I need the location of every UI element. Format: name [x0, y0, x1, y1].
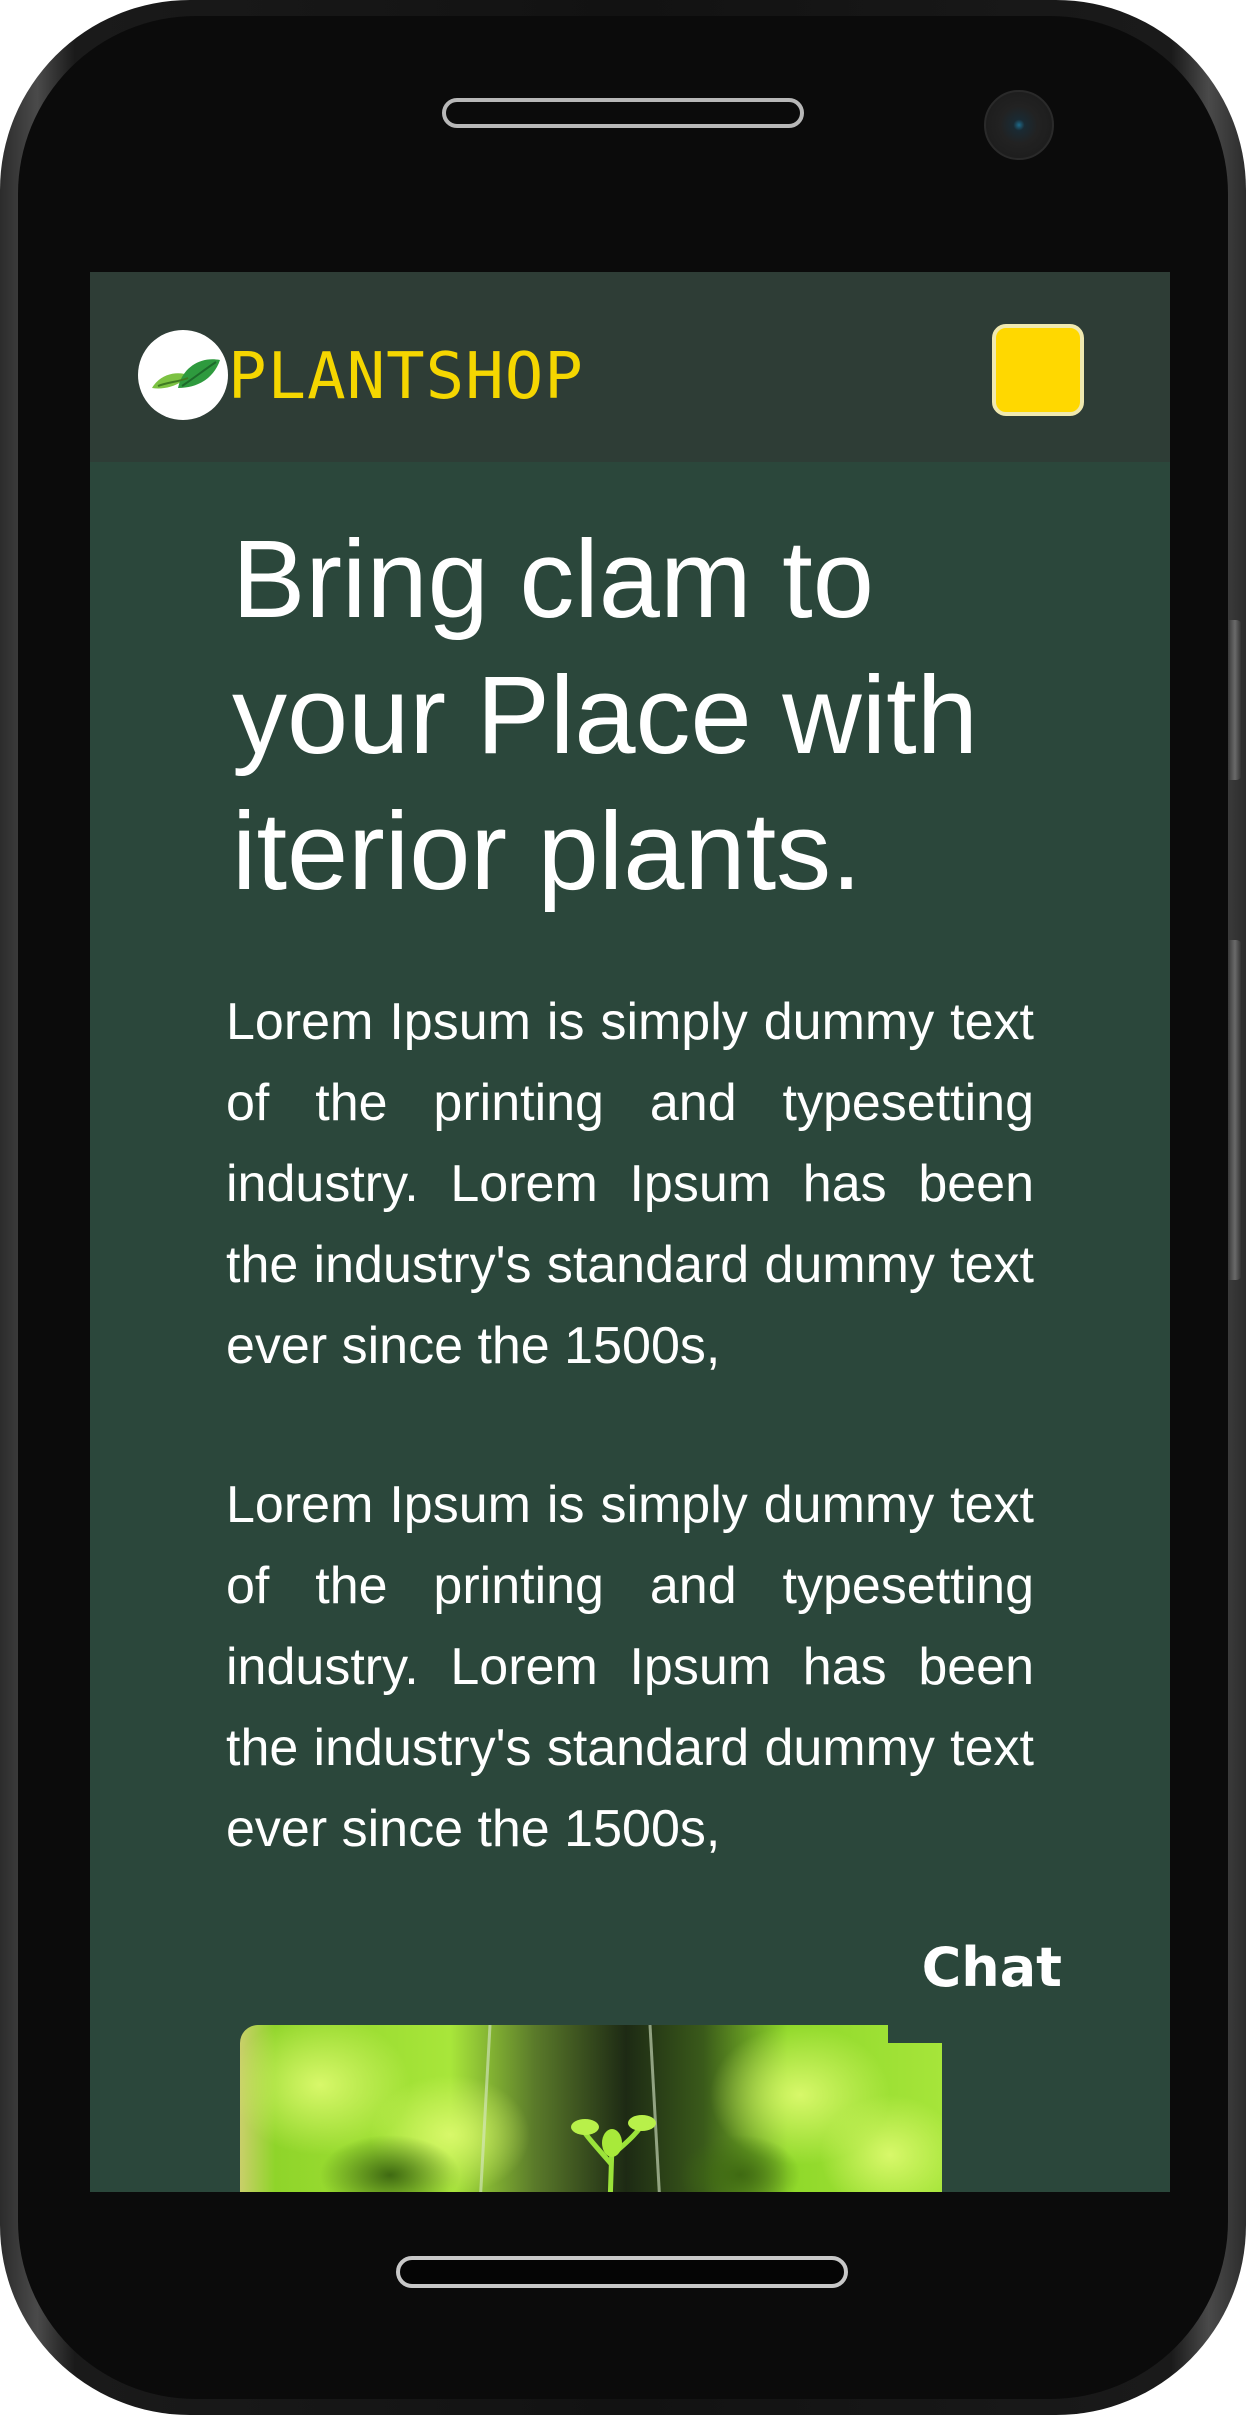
phone-frame: PLANTSHOP Bring clam to your Place with …: [0, 0, 1246, 2415]
hero-title: Bring clam to your Place with iterior pl…: [232, 518, 978, 913]
earpiece-speaker: [442, 98, 804, 128]
leaf-icon: [152, 359, 220, 389]
navbar: PLANTSHOP: [90, 272, 1170, 462]
brand-name[interactable]: PLANTSHOP: [228, 332, 584, 422]
hero-paragraph: Lorem Ipsum is simply dummy text of the …: [226, 993, 1034, 1375]
plant-image: [240, 2025, 942, 2192]
volume-button: [1228, 620, 1242, 780]
chat-link[interactable]: Chat: [898, 1932, 1062, 2004]
hero-paragraph: Lorem Ipsum is simply dummy text of the …: [226, 1476, 1034, 1858]
menu-button[interactable]: [992, 324, 1084, 416]
home-button[interactable]: [396, 2256, 848, 2288]
front-camera: [984, 90, 1054, 160]
power-button: [1228, 940, 1242, 1280]
screen: PLANTSHOP Bring clam to your Place with …: [90, 272, 1170, 2192]
logo[interactable]: [138, 330, 228, 420]
